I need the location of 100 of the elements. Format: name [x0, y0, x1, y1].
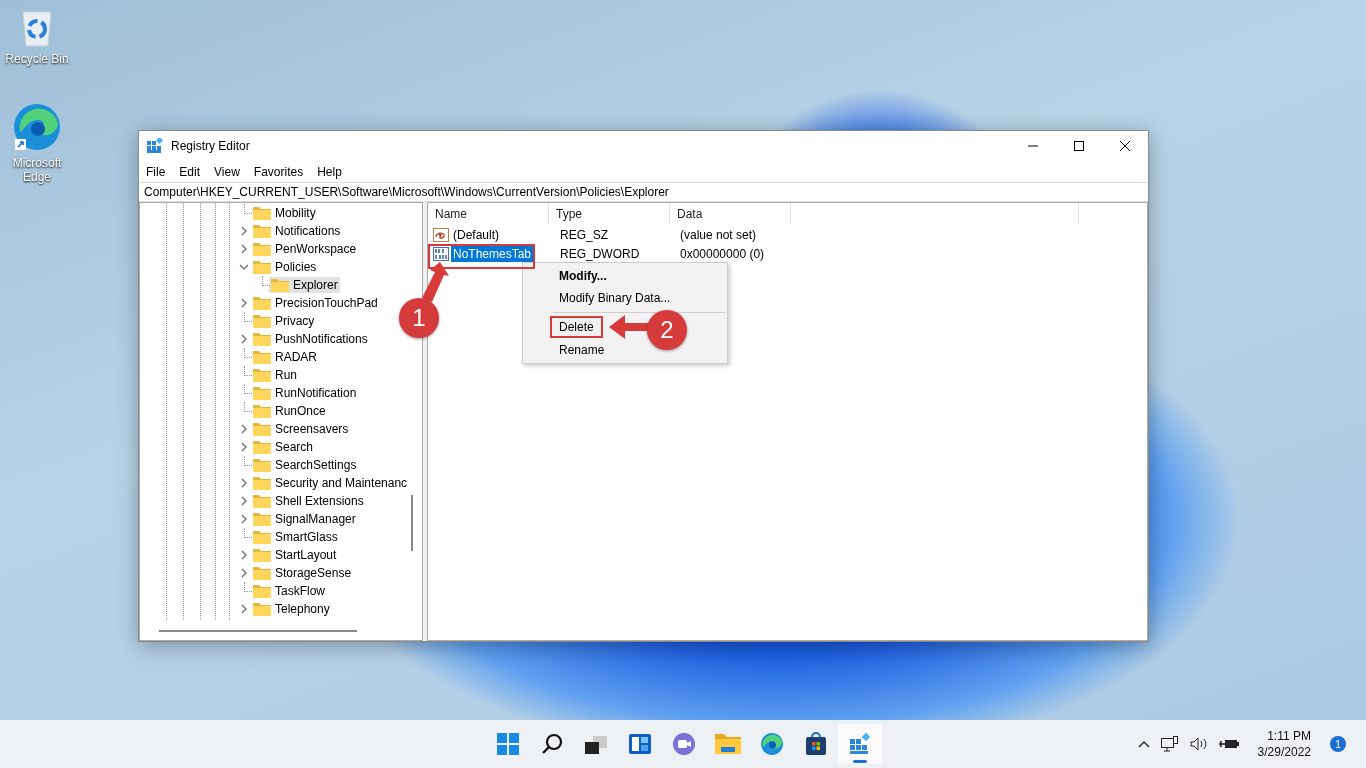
tree-item[interactable]: StorageSense: [251, 565, 354, 581]
start-icon[interactable]: [497, 733, 519, 755]
widgets-icon[interactable]: [628, 733, 652, 755]
chevron-right-icon[interactable]: [239, 496, 249, 506]
folder-icon: [253, 584, 271, 598]
folder-icon: [253, 602, 271, 616]
minimize-icon: [1028, 145, 1038, 147]
folder-icon: [253, 476, 271, 490]
chevron-right-icon[interactable]: [239, 514, 249, 524]
folder-icon: [253, 404, 271, 418]
folder-icon: [253, 548, 271, 562]
chevron-right-icon[interactable]: [239, 424, 249, 434]
menu-item[interactable]: Modify...: [557, 265, 609, 287]
browser-icon[interactable]: [760, 732, 784, 756]
tree-item[interactable]: StartLayout: [251, 547, 339, 563]
chevron-right-icon[interactable]: [239, 568, 249, 578]
chevron-right-icon[interactable]: [239, 226, 249, 236]
scrollbar-thumb[interactable]: [411, 495, 413, 551]
folder-icon: [253, 512, 271, 526]
notification-badge[interactable]: 1: [1330, 736, 1346, 752]
folder-icon: [253, 422, 271, 436]
task-view-icon[interactable]: [585, 734, 607, 754]
folder-icon: [253, 260, 271, 274]
tree-item[interactable]: Privacy: [251, 313, 317, 329]
menu-item[interactable]: Edit: [172, 164, 208, 179]
window-title: Registry Editor: [171, 139, 250, 153]
folder-icon: [253, 206, 271, 220]
column-header[interactable]: Type: [549, 203, 670, 225]
tree-item[interactable]: Run: [251, 367, 299, 383]
registry-app-icon[interactable]: [849, 733, 871, 755]
registry-app-icon: [147, 138, 163, 154]
folder-icon: [253, 296, 271, 310]
speaker-icon[interactable]: [1189, 737, 1208, 751]
tree-item[interactable]: Security and Maintenanc: [251, 475, 410, 491]
folder-icon: [253, 314, 271, 328]
browser-icon[interactable]: [12, 102, 62, 152]
folder-icon[interactable]: [715, 733, 741, 755]
tree-item[interactable]: Explorer: [269, 277, 340, 293]
folder-icon: [253, 224, 271, 238]
tree-item[interactable]: Telephony: [251, 601, 332, 617]
tree-item[interactable]: SmartGlass: [251, 529, 340, 545]
chevron-right-icon[interactable]: [239, 334, 249, 344]
menu-item[interactable]: Help: [310, 164, 349, 179]
tree-item[interactable]: TaskFlow: [251, 583, 327, 599]
folder-icon: [253, 368, 271, 382]
tree-item[interactable]: Search: [251, 439, 316, 455]
folder-icon: [253, 386, 271, 400]
chevron-right-icon[interactable]: [239, 442, 249, 452]
chevron-right-icon[interactable]: [239, 478, 249, 488]
tree-item[interactable]: PrecisionTouchPad: [251, 295, 380, 311]
tree-item[interactable]: RunOnce: [251, 403, 328, 419]
chevron-down-icon[interactable]: [239, 262, 249, 272]
recycle-bin-icon[interactable]: [19, 8, 55, 48]
tree-item[interactable]: Shell Extensions: [251, 493, 366, 509]
menu-item[interactable]: File: [139, 164, 173, 179]
folder-icon: [253, 458, 271, 472]
battery-plug-icon[interactable]: [1218, 737, 1239, 751]
tree-item[interactable]: Screensavers: [251, 421, 351, 437]
tree-item[interactable]: Policies: [251, 259, 319, 275]
folder-icon: [253, 440, 271, 454]
binary-value-icon: [433, 246, 449, 261]
column-header[interactable]: Name: [428, 203, 549, 225]
tree-item[interactable]: SearchSettings: [251, 457, 359, 473]
menu-item[interactable]: Modify Binary Data...: [557, 287, 673, 309]
chat-icon[interactable]: [672, 732, 696, 756]
column-header[interactable]: Data: [670, 203, 791, 225]
scrollbar-thumb[interactable]: [159, 630, 357, 632]
chevron-right-icon[interactable]: [239, 298, 249, 308]
folder-icon: [271, 278, 289, 292]
string-value-icon: [433, 227, 449, 242]
clock-time[interactable]: 1:11 PM: [1267, 728, 1311, 744]
store-icon[interactable]: [804, 732, 828, 756]
tree-item[interactable]: RADAR: [251, 349, 319, 365]
tree-item[interactable]: PenWorkspace: [251, 241, 359, 257]
tree-item[interactable]: PushNotifications: [251, 331, 370, 347]
chevron-up-icon[interactable]: [1137, 740, 1150, 748]
value-data: 0x00000000 (0): [679, 246, 766, 261]
chevron-right-icon[interactable]: [239, 550, 249, 560]
folder-icon: [253, 242, 271, 256]
chevron-right-icon[interactable]: [239, 604, 249, 614]
folder-icon: [253, 566, 271, 580]
value-type: REG_DWORD: [559, 246, 641, 261]
tree-item[interactable]: Mobility: [251, 205, 318, 221]
tree-item[interactable]: RunNotification: [251, 385, 359, 401]
network-icon[interactable]: [1160, 736, 1179, 752]
value-data: (value not set): [679, 227, 758, 242]
menu-item[interactable]: View: [207, 164, 247, 179]
value-name[interactable]: (Default): [451, 226, 501, 243]
tree-item[interactable]: SignalManager: [251, 511, 358, 527]
menu-item[interactable]: Delete: [550, 316, 603, 338]
close-icon: [1120, 141, 1130, 151]
search-icon[interactable]: [541, 733, 563, 755]
menu-item[interactable]: Favorites: [246, 164, 311, 179]
folder-icon: [253, 332, 271, 346]
maximize-icon: [1074, 141, 1084, 151]
menu-item[interactable]: Rename: [557, 339, 607, 361]
address-field[interactable]: Computer\HKEY_CURRENT_USER\Software\Microsoft\Windows\CurrentVersion\Policies\Explorer: [139, 182, 1148, 202]
clock-date[interactable]: 3/29/2022: [1257, 744, 1311, 760]
chevron-right-icon[interactable]: [239, 244, 249, 254]
tree-item[interactable]: Notifications: [251, 223, 343, 239]
